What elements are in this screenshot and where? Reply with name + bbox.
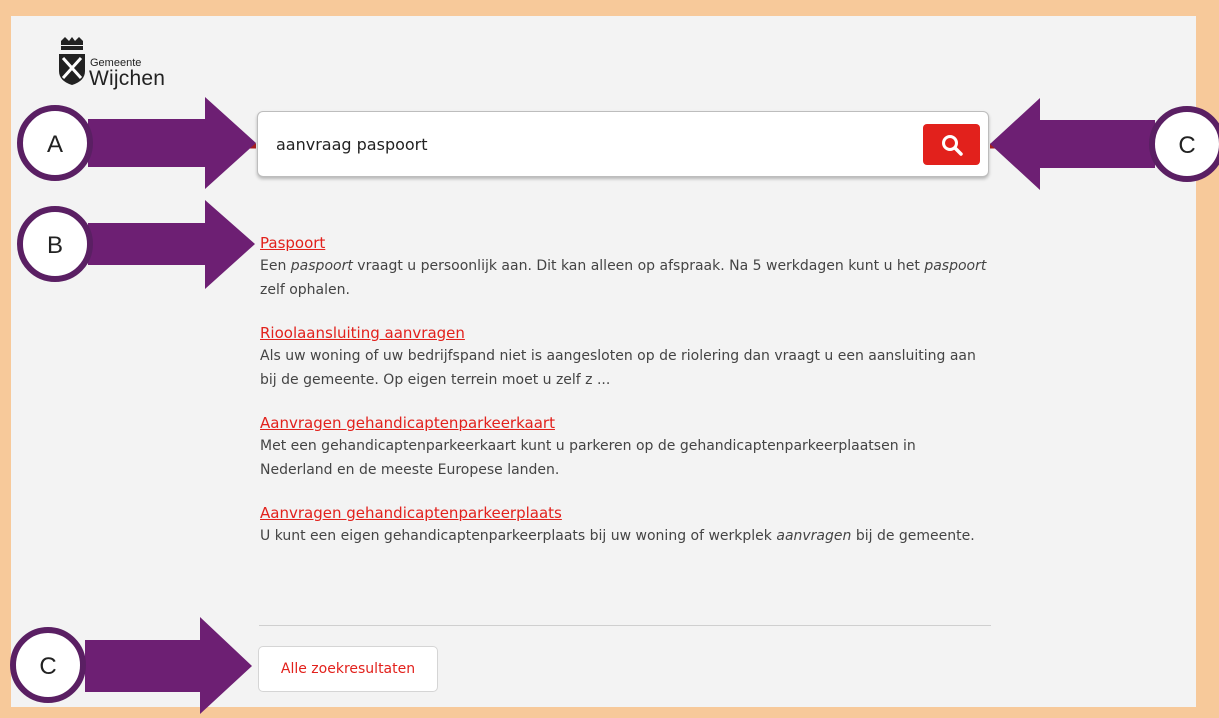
- arrow-c-bottom: [85, 617, 252, 714]
- arrow-c-top: [990, 98, 1155, 190]
- arrow-b: [88, 200, 255, 289]
- arrow-a: [88, 97, 256, 189]
- annotation-overlay: A B C C: [10, 97, 1219, 714]
- annotation-label-a: A: [47, 131, 63, 158]
- annotation-label-c-top: C: [1178, 132, 1195, 159]
- annotation-label-b: B: [47, 232, 63, 259]
- annotation-label-c-bottom: C: [39, 653, 56, 680]
